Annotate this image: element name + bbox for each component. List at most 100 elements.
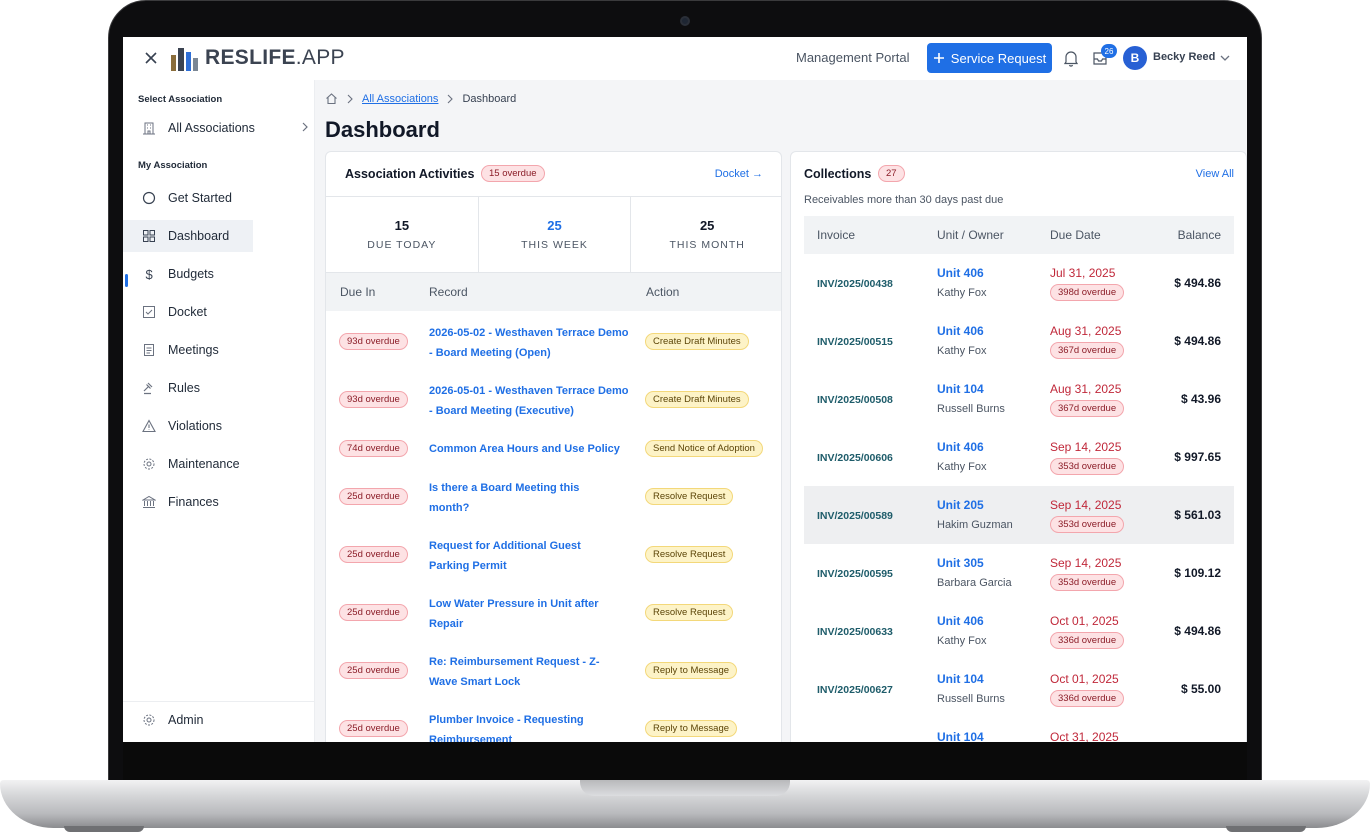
due-date: Jul 31, 2025 [1050,266,1116,280]
stat-this-week[interactable]: 25 THIS WEEK [479,197,632,272]
stat-label: THIS WEEK [521,239,588,251]
overdue-badge: 398d overdue [1050,284,1125,301]
action-badge[interactable]: Resolve Request [645,546,734,563]
sidebar-item-violations[interactable]: Violations [123,410,315,442]
service-request-label: Service Request [950,50,1047,66]
user-name[interactable]: Becky Reed [1153,51,1215,63]
column-header: Invoice [817,228,856,242]
bell-icon[interactable] [1063,50,1079,67]
chevron-right-icon [448,94,454,103]
unit-link[interactable]: Unit 406 [937,614,984,628]
table-row[interactable]: INV/2025/00595 Unit 305 Barbara Garcia S… [804,544,1234,602]
table-row[interactable]: INV/2025/00627 Unit 104 Russell Burns Oc… [804,660,1234,718]
table-row[interactable]: INV/2025/00606 Unit 406 Kathy Fox Sep 14… [804,428,1234,486]
unit-link[interactable]: Unit 406 [937,266,984,280]
record-link[interactable]: Request for Additional Guest Parking Per… [429,536,614,576]
sidebar-item-rules[interactable]: Rules [123,372,315,404]
grid-icon [143,230,155,242]
overdue-badge: 367d overdue [1050,400,1125,417]
sidebar-item-label: All Associations [168,121,255,135]
service-request-button[interactable]: Service Request [927,43,1052,73]
due-badge: 25d overdue [339,604,408,621]
stat-label: DUE TODAY [367,239,437,251]
sidebar-item-label: Meetings [168,343,219,357]
camera-icon [680,16,690,26]
owner-name: Kathy Fox [937,287,987,299]
unit-link[interactable]: Unit 104 [937,382,984,396]
invoice-number[interactable]: INV/2025/00595 [817,568,893,580]
sidebar-item-docket[interactable]: Docket [123,296,315,328]
unit-link[interactable]: Unit 406 [937,440,984,454]
action-badge[interactable]: Resolve Request [645,488,734,505]
due-date: Oct 31, 2025 [1050,730,1119,742]
unit-link[interactable]: Unit 305 [937,556,984,570]
unit-link[interactable]: Unit 104 [937,672,984,686]
column-header: Unit / Owner [937,228,1004,242]
action-badge[interactable]: Create Draft Minutes [645,333,749,350]
table-row[interactable]: INV/2025/00515 Unit 406 Kathy Fox Aug 31… [804,312,1234,370]
laptop-foot-right [1226,826,1306,832]
table-row[interactable]: INV/2025/00633 Unit 406 Kathy Fox Oct 01… [804,602,1234,660]
record-link[interactable]: Plumber Invoice - Requesting Reimburseme… [429,710,614,742]
unit-link[interactable]: Unit 205 [937,498,984,512]
due-date: Aug 31, 2025 [1050,324,1122,338]
sidebar-item-meetings[interactable]: Meetings [123,334,315,366]
table-row[interactable]: INV/2025/00508 Unit 104 Russell Burns Au… [804,370,1234,428]
docket-link[interactable]: Docket → [715,168,763,180]
breadcrumb-link[interactable]: All Associations [362,93,438,105]
sidebar-item-all-associations[interactable]: All Associations [123,112,315,144]
action-badge[interactable]: Send Notice of Adoption [645,440,763,457]
record-link[interactable]: Low Water Pressure in Unit after Repair [429,594,614,634]
invoice-number[interactable]: INV/2025/00438 [817,278,893,290]
warning-icon [142,419,156,433]
invoice-number[interactable]: INV/2025/00633 [817,626,893,638]
sidebar-item-admin[interactable]: Admin [123,704,315,736]
sidebar-item-label: Budgets [168,267,214,281]
close-icon[interactable] [143,50,159,66]
table-row[interactable]: INV/2025/00438 Unit 406 Kathy Fox Jul 31… [804,254,1234,312]
action-badge[interactable]: Reply to Message [645,662,738,679]
invoice-number[interactable]: INV/2025/00515 [817,336,893,348]
balance: $ 997.65 [1174,450,1221,464]
app-screen: RESLIFE.APP Management Portal Service Re… [123,37,1247,742]
record-link[interactable]: Is there a Board Meeting this month? [429,478,604,518]
due-badge: 93d overdue [339,333,408,350]
record-link[interactable]: Common Area Hours and Use Policy [429,439,644,459]
invoice-number[interactable]: INV/2025/00627 [817,684,893,696]
home-icon[interactable] [325,92,338,105]
avatar[interactable]: B [1123,46,1147,70]
record-link[interactable]: 2026-05-01 - Westhaven Terrace Demo - Bo… [429,381,634,421]
sidebar-item-finances[interactable]: Finances [123,486,315,518]
dollar-icon: $ [146,267,154,281]
sidebar-item-dashboard[interactable]: Dashboard [123,220,253,252]
stat-this-month[interactable]: 25 THIS MONTH [631,197,781,272]
action-badge[interactable]: Reply to Message [645,720,738,737]
stat-due-today[interactable]: 15 DUE TODAY [326,197,479,272]
unit-link[interactable]: Unit 104 [937,730,984,742]
unit-link[interactable]: Unit 406 [937,324,984,338]
action-badge[interactable]: Resolve Request [645,604,734,621]
owner-name: Kathy Fox [937,461,987,473]
circle-icon [142,191,156,205]
sidebar-item-maintenance[interactable]: Maintenance [123,448,315,480]
app-logo[interactable]: RESLIFE.APP [169,45,345,71]
due-date: Aug 31, 2025 [1050,382,1122,396]
invoice-number[interactable]: INV/2025/00606 [817,452,893,464]
action-badge[interactable]: Create Draft Minutes [645,391,749,408]
table-row[interactable]: Unit 104 Oct 31, 2025 [804,718,1234,742]
sidebar-item-get-started[interactable]: Get Started [123,182,315,214]
view-all-link[interactable]: View All [1196,168,1234,180]
owner-name: Kathy Fox [937,345,987,357]
overdue-badge: 336d overdue [1050,632,1125,649]
my-association-heading: My Association [138,160,208,171]
record-link[interactable]: Re: Reimbursement Request - Z-Wave Smart… [429,652,614,692]
due-date: Oct 01, 2025 [1050,672,1119,686]
table-row-highlighted[interactable]: INV/2025/00589 Unit 205 Hakim Guzman Sep… [804,486,1234,544]
invoice-number[interactable]: INV/2025/00508 [817,394,893,406]
chevron-down-icon[interactable] [1219,52,1231,64]
invoice-number[interactable]: INV/2025/00589 [817,510,893,522]
sidebar-item-budgets[interactable]: $ Budgets [123,258,315,290]
laptop-bezel [123,742,1247,782]
record-link[interactable]: 2026-05-02 - Westhaven Terrace Demo - Bo… [429,323,634,363]
sidebar: Select Association All Associations My A… [123,80,315,742]
